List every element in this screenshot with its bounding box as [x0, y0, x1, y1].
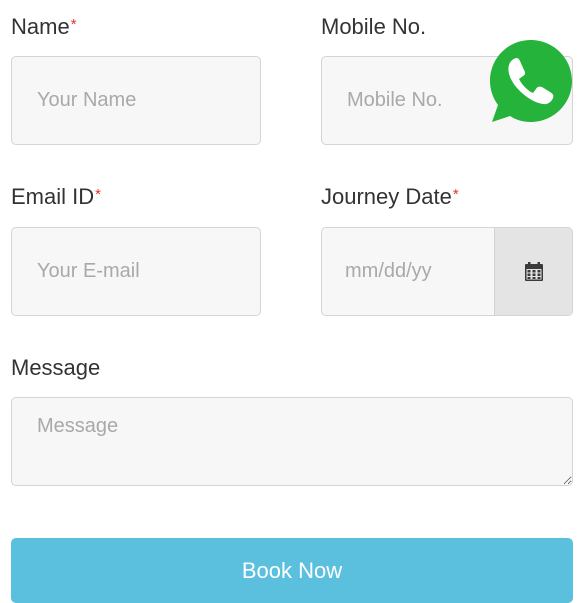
email-input[interactable] [11, 227, 261, 316]
message-label: Message [11, 355, 101, 380]
calendar-button[interactable] [494, 228, 572, 315]
name-label: Name* [11, 14, 77, 39]
calendar-icon [524, 261, 543, 281]
email-label: Email ID* [11, 184, 101, 209]
journey-date-label: Journey Date* [321, 184, 459, 209]
required-asterisk: * [452, 186, 459, 203]
whatsapp-phone-icon [490, 40, 572, 122]
whatsapp-button[interactable] [486, 36, 576, 126]
required-asterisk: * [70, 16, 77, 33]
book-now-button[interactable]: Book Now [11, 538, 573, 603]
name-input[interactable] [11, 56, 261, 145]
journey-date-group [321, 227, 573, 316]
mobile-label: Mobile No. [321, 14, 427, 39]
journey-date-input[interactable] [322, 228, 494, 315]
required-asterisk: * [95, 186, 101, 203]
message-textarea[interactable] [11, 397, 573, 486]
